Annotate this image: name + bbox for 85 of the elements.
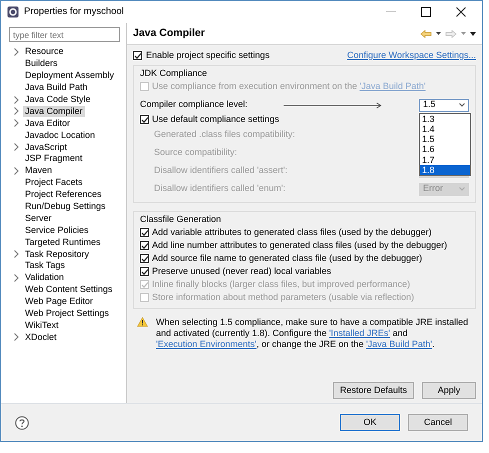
- field-label: Source compatibility:: [154, 146, 238, 160]
- close-icon[interactable]: [456, 7, 466, 17]
- chevron-icon[interactable]: [14, 48, 18, 56]
- caret-icon[interactable]: [436, 32, 441, 35]
- filter-field[interactable]: type filter text: [9, 27, 120, 42]
- checkbox-label: Store information about method parameters (usable via reflection): [152, 290, 414, 304]
- group-title: JDK Compliance: [140, 68, 208, 79]
- tree-item[interactable]: Builders: [23, 58, 60, 70]
- caret-icon[interactable]: [459, 103, 465, 107]
- app-icon: [7, 6, 19, 18]
- checkbox-label: Use compliance from execution environment on the 'Java Build Path': [152, 80, 426, 93]
- checkbox[interactable]: [140, 254, 149, 263]
- chevron-icon[interactable]: [14, 274, 18, 282]
- window-title: Properties for myschool: [24, 4, 125, 19]
- field-label: Generated .class files compatibility:: [154, 128, 296, 142]
- checkbox[interactable]: [140, 241, 149, 250]
- tree-item[interactable]: Server: [23, 212, 54, 224]
- warning-icon: [137, 317, 148, 327]
- checkbox[interactable]: [133, 51, 142, 60]
- chevron-icon[interactable]: [14, 250, 18, 258]
- checkbox-label: Add line number attributes to generated class files (used by the debugger): [152, 238, 448, 252]
- compliance-dropdown[interactable]: 1.5: [419, 98, 469, 112]
- tree-item[interactable]: Java Code Style: [23, 94, 93, 105]
- warning-message: When selecting 1.5 compliance, make sure to have a compatible JRE installed and activated (currently 1.8). Configure the 'Installed JREs' and 'Execution Environments', or change the JRE on the 'Java Build Path'.: [156, 317, 470, 350]
- tree-item[interactable]: Validation: [23, 272, 66, 284]
- chevron-icon[interactable]: [14, 119, 18, 128]
- tree-item[interactable]: XDoclet: [23, 332, 59, 343]
- dropdown-option[interactable]: 1.3: [420, 114, 470, 124]
- checkbox-label: Preserve unused (never read) local variables: [152, 264, 332, 278]
- view-menu-icon[interactable]: [470, 32, 476, 36]
- checkbox[interactable]: [140, 115, 149, 124]
- tree-item[interactable]: JSP Fragment: [23, 153, 84, 164]
- tree-item[interactable]: Project Facets: [23, 177, 85, 188]
- checkbox-label: Inline finally blocks (larger class files, but improved performance): [152, 278, 410, 291]
- checkbox-label: Add variable attributes to generated class files (used by the debugger): [152, 226, 432, 239]
- back-arrow-icon[interactable]: [420, 30, 432, 38]
- maximize-icon[interactable]: [421, 7, 431, 17]
- dropdown-option[interactable]: 1.4: [420, 124, 470, 134]
- tree-item[interactable]: JavaScript: [23, 142, 70, 153]
- tree-item[interactable]: Web Page Editor: [23, 296, 95, 308]
- tree-item[interactable]: Run/Debug Settings: [23, 201, 108, 212]
- tree-item[interactable]: Task Tags: [23, 260, 67, 272]
- checkbox-label: Add source file name to generated class file (used by the debugger): [152, 252, 422, 265]
- tree-item[interactable]: Maven: [23, 165, 54, 176]
- tree-item[interactable]: Project References: [23, 189, 104, 200]
- group-title: Classfile Generation: [140, 214, 222, 225]
- tree-item[interactable]: WikiText: [23, 320, 60, 331]
- chevron-icon[interactable]: [14, 333, 18, 342]
- ok-button[interactable]: OK: [340, 414, 400, 431]
- tree-item[interactable]: Task Repository: [23, 248, 92, 260]
- dropdown-list[interactable]: 1.3 1.4 1.5 1.6 1.7 1.8: [419, 112, 471, 176]
- field-label: Compiler compliance level:: [140, 98, 248, 112]
- restore-defaults-button[interactable]: Restore Defaults: [332, 382, 414, 399]
- tree-item[interactable]: Javadoc Location: [23, 130, 98, 141]
- dropdown-option[interactable]: 1.6: [420, 144, 470, 155]
- help-icon[interactable]: [15, 416, 29, 430]
- configure-link[interactable]: Configure Workspace Settings...: [347, 48, 476, 62]
- chevron-icon[interactable]: [14, 166, 18, 175]
- cancel-button[interactable]: Cancel: [408, 414, 468, 431]
- checkbox-label: Enable project specific settings: [146, 48, 270, 62]
- dropdown-option[interactable]: 1.5: [420, 134, 470, 144]
- link[interactable]: 'Execution Environments': [156, 339, 256, 349]
- checkbox-label: Use default compliance settings: [152, 112, 280, 126]
- tree-item[interactable]: Web Content Settings: [23, 284, 114, 296]
- tree-item[interactable]: Deployment Assembly: [23, 70, 116, 82]
- tree-item[interactable]: Targeted Runtimes: [23, 236, 103, 248]
- tree-item[interactable]: Service Policies: [23, 224, 91, 236]
- field-label: Disallow identifiers called 'assert':: [154, 164, 288, 178]
- dropdown-option[interactable]: 1.8: [420, 164, 470, 176]
- link[interactable]: 'Java Build Path': [366, 339, 432, 349]
- tree-item[interactable]: Java Build Path: [23, 82, 90, 94]
- tree-item[interactable]: Resource: [23, 46, 66, 58]
- checkbox[interactable]: [140, 267, 149, 276]
- dropdown-option[interactable]: 1.7: [420, 154, 470, 165]
- field-label: Disallow identifiers called 'enum':: [154, 182, 286, 196]
- link[interactable]: 'Installed JREs': [329, 328, 390, 338]
- apply-button[interactable]: Apply: [422, 382, 476, 399]
- tree-item[interactable]: Java Editor: [23, 118, 72, 129]
- tree-item[interactable]: Web Project Settings: [23, 308, 111, 320]
- chevron-icon[interactable]: [14, 96, 18, 104]
- tree-item[interactable]: Java Compiler: [23, 106, 85, 117]
- page-title: Java Compiler: [133, 26, 206, 41]
- checkbox[interactable]: [140, 228, 149, 237]
- chevron-icon[interactable]: [14, 107, 18, 116]
- chevron-icon[interactable]: [14, 143, 18, 152]
